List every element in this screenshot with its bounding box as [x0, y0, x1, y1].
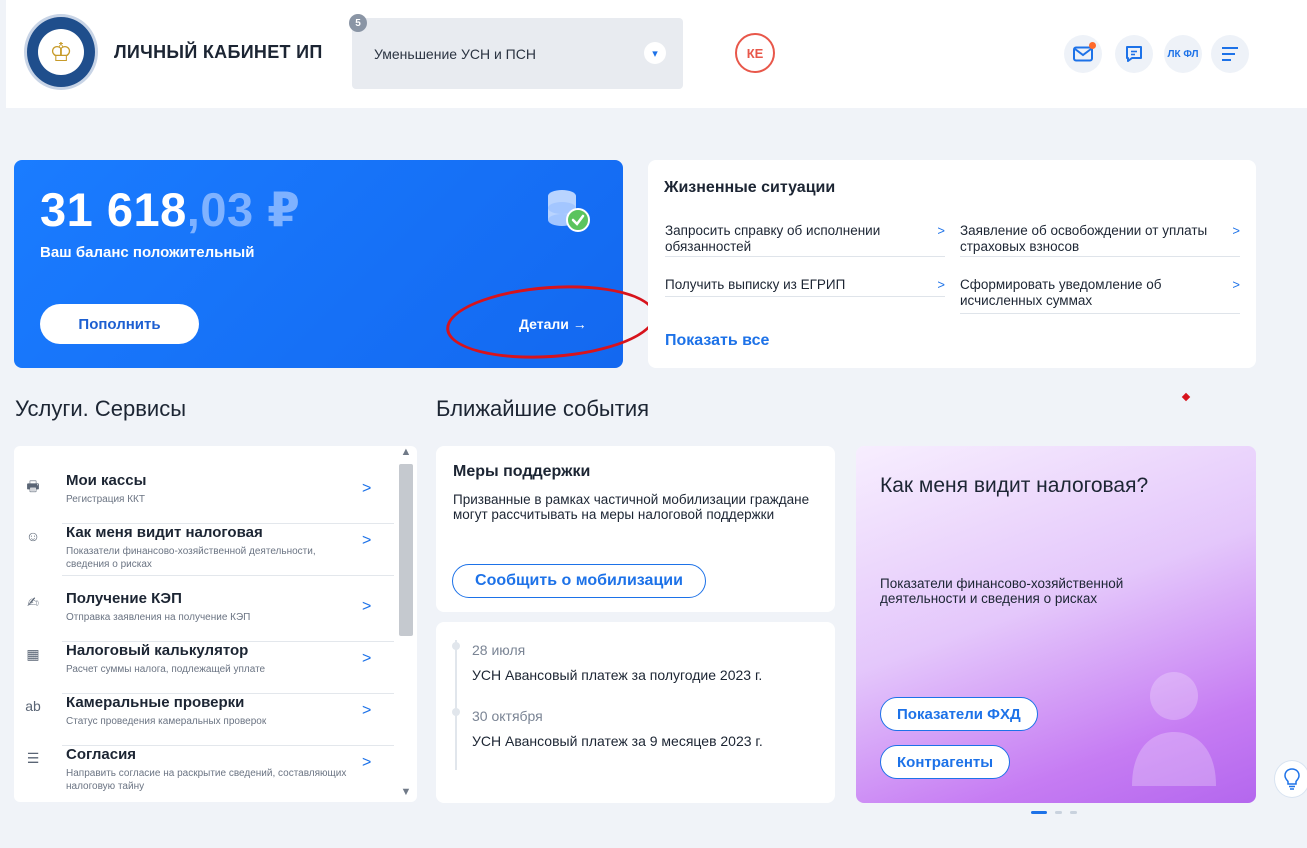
- timeline-dot: [452, 708, 460, 716]
- support-measures-card: Меры поддержки Призванные в рамках части…: [436, 446, 835, 612]
- menu-icon: [1222, 47, 1238, 61]
- chevron-right-icon: >: [937, 223, 945, 238]
- balance-amount: 31 618,03 ₽: [40, 183, 301, 236]
- chevron-right-icon: >: [362, 702, 372, 719]
- chevron-right-icon: >: [362, 598, 372, 615]
- life-situations-card: Жизненные ситуации Запросить справку об …: [648, 160, 1256, 368]
- notification-dot: [1089, 42, 1096, 49]
- balance-status: Ваш баланс положительный: [40, 244, 255, 261]
- calculator-icon: ▦: [26, 646, 40, 662]
- life-link-egrip[interactable]: Получить выписку из ЕГРИП >: [665, 277, 945, 297]
- promo-title: Как меня видит налоговая?: [880, 474, 1149, 497]
- service-my-registers[interactable]: 🖶 Мои кассы Регистрация ККТ >: [14, 472, 394, 524]
- scroll-up-icon[interactable]: ▲: [397, 446, 415, 462]
- service-desk-audits[interactable]: ab Камеральные проверки Статус проведени…: [14, 694, 394, 746]
- life-link-notification[interactable]: Сформировать уведомление об исчисленных …: [960, 277, 1240, 314]
- cash-register-icon: 🖶: [26, 478, 40, 494]
- event-title[interactable]: УСН Авансовый платеж за 9 месяцев 2023 г…: [472, 733, 763, 749]
- services-scrollbar[interactable]: ▲ ▼: [397, 446, 415, 802]
- timeline-dot: [452, 642, 460, 650]
- avatar[interactable]: КЕ: [735, 33, 775, 73]
- menu-button[interactable]: [1211, 35, 1249, 73]
- events-card: 28 июля УСН Авансовый платеж за полугоди…: [436, 622, 835, 803]
- mode-count-badge: 5: [349, 14, 367, 32]
- fns-logo[interactable]: ♔: [24, 14, 98, 90]
- chat-button[interactable]: [1115, 35, 1153, 73]
- services-list: 🖶 Мои кассы Регистрация ККТ > ☺ Как меня…: [14, 446, 417, 802]
- timeline-line: [455, 640, 457, 770]
- support-text: Призванные в рамках частичной мобилизаци…: [453, 492, 810, 522]
- service-tax-calculator[interactable]: ▦ Налоговый калькулятор Расчет суммы нал…: [14, 642, 394, 694]
- promo-text: Показатели финансово-хозяйственной деяте…: [880, 576, 1124, 606]
- contractors-button[interactable]: Контрагенты: [880, 745, 1011, 779]
- chevron-right-icon: >: [362, 480, 372, 497]
- event-date: 30 октября: [472, 708, 543, 724]
- pager-dot-active[interactable]: [1031, 811, 1047, 814]
- chevron-down-icon[interactable]: ▾: [644, 42, 666, 64]
- scroll-down-icon[interactable]: ▼: [397, 786, 415, 802]
- chevron-right-icon: >: [1232, 223, 1240, 238]
- show-all-link[interactable]: Показать все: [665, 332, 769, 350]
- chevron-right-icon: >: [937, 277, 945, 292]
- tax-view-promo-card: Как меня видит налоговая? Показатели фин…: [856, 446, 1256, 803]
- signature-icon: ✍: [27, 594, 39, 610]
- service-tax-view[interactable]: ☺ Как меня видит налоговая Показатели фи…: [14, 524, 394, 576]
- event-title[interactable]: УСН Авансовый платеж за полугодие 2023 г…: [472, 667, 762, 683]
- service-kep[interactable]: ✍ Получение КЭП Отправка заявления на по…: [14, 590, 394, 642]
- app-title: ЛИЧНЫЙ КАБИНЕТ ИП: [114, 42, 323, 62]
- header: ♔ ЛИЧНЫЙ КАБИНЕТ ИП 5 Уменьшение УСН и П…: [6, 0, 1307, 108]
- services-section-title: Услуги. Сервисы: [15, 396, 187, 421]
- pager-dot[interactable]: [1055, 811, 1062, 814]
- people-icon: [1132, 672, 1216, 786]
- checklist-icon: ☰: [26, 750, 40, 766]
- life-link-certificate[interactable]: Запросить справку об исполнении обязанно…: [665, 223, 945, 257]
- chevron-right-icon: >: [362, 532, 372, 549]
- event-date: 28 июля: [472, 642, 526, 658]
- pager-dot[interactable]: [1070, 811, 1077, 814]
- mail-button[interactable]: [1064, 35, 1102, 73]
- marker-dot: [1181, 392, 1191, 402]
- life-link-exemption[interactable]: Заявление об освобождении от уплаты стра…: [960, 223, 1240, 257]
- scroll-thumb[interactable]: [399, 464, 413, 636]
- topup-button[interactable]: Пополнить: [40, 304, 199, 344]
- lkfl-button[interactable]: ЛК ФЛ: [1164, 35, 1202, 73]
- user-search-icon: ☺: [25, 528, 41, 544]
- events-section-title: Ближайшие события: [436, 396, 650, 421]
- coins-check-icon: [548, 190, 590, 232]
- chevron-right-icon: >: [362, 650, 372, 667]
- report-mobilization-button[interactable]: Сообщить о мобилизации: [452, 564, 706, 598]
- life-situations-title: Жизненные ситуации: [664, 179, 836, 196]
- spellcheck-icon: ab: [25, 698, 41, 714]
- chat-icon: [1126, 46, 1142, 62]
- mode-select-label: Уменьшение УСН и ПСН: [374, 46, 536, 62]
- chevron-right-icon: >: [362, 754, 372, 771]
- emblem-icon: ♔: [38, 29, 84, 75]
- service-consents[interactable]: ☰ Согласия Направить согласие на раскрыт…: [14, 746, 394, 798]
- support-title: Меры поддержки: [453, 463, 591, 480]
- lightbulb-icon[interactable]: [1274, 760, 1307, 798]
- fhd-indicators-button[interactable]: Показатели ФХД: [880, 697, 1038, 731]
- chevron-right-icon: >: [1232, 277, 1240, 292]
